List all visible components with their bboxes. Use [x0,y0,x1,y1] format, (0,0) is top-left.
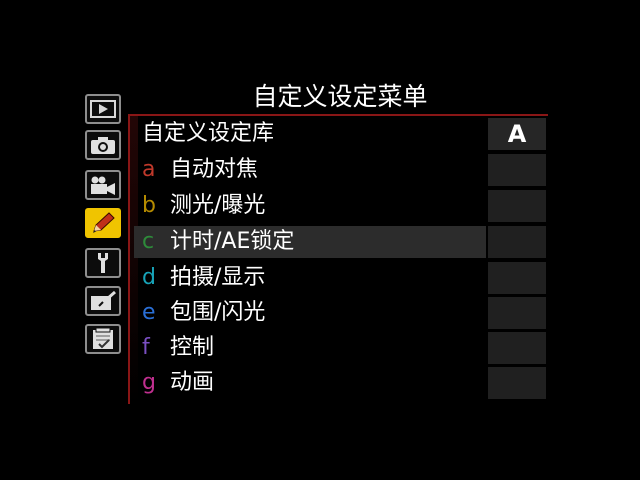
menu-item-letter: f [142,335,150,360]
menu-item-label: 拍摄/显示 [170,265,266,290]
menu-item-label: 控制 [170,335,215,360]
menu-item-letter: e [142,300,156,325]
menu-item-label: 计时/AE锁定 [170,229,295,254]
tab-movie-shooting[interactable] [85,170,121,200]
menu-item-movie[interactable]: g 动画 [134,367,486,399]
menu-item-label: 包围/闪光 [170,300,266,325]
menu-item-letter: g [142,370,156,395]
menu-item-autofocus[interactable]: a 自动对焦 [134,154,486,186]
tab-playback[interactable] [85,94,121,124]
menu-item-value-box [488,190,546,222]
tab-my-menu[interactable] [85,324,121,354]
menu-item-timers-ae-lock[interactable]: c 计时/AE锁定 [134,226,486,258]
menu-item-letter: a [142,157,156,182]
pencil-icon [93,212,115,233]
page-title: 自定义设定菜单 [252,82,428,111]
tab-custom-settings[interactable] [85,208,121,238]
camera-icon [91,137,115,154]
tab-setup[interactable] [85,248,121,278]
menu-item-label: 自动对焦 [170,157,259,182]
wrench-icon [98,253,108,273]
menu-item-label: 动画 [170,370,215,395]
menu-item-value-box [488,226,546,258]
menu-item-metering-exposure[interactable]: b 测光/曝光 [134,190,486,222]
tab-photo-shooting[interactable] [85,130,121,160]
menu-item-value-box [488,297,546,329]
menu-item-shooting-display[interactable]: d 拍摄/显示 [134,262,486,294]
playback-icon [90,100,116,118]
menu-item-label: 测光/曝光 [170,193,266,218]
menu-item-controls[interactable]: f 控制 [134,332,486,364]
bank-value-badge: A [488,118,546,150]
menu-item-value-box [488,367,546,399]
menu-item-value-box [488,262,546,294]
menu-item-value-box [488,332,546,364]
menu-item-label: 自定义设定库 [142,121,275,146]
tab-retouch[interactable] [85,286,121,316]
menu-item-value-box [488,154,546,186]
retouch-icon [91,290,116,310]
menu-item-letter: c [142,229,155,254]
menu-item-letter: b [142,193,156,218]
movie-camera-icon [91,176,115,195]
menu-item-bracketing-flash[interactable]: e 包围/闪光 [134,297,486,329]
my-menu-icon [93,327,113,349]
menu-item-custom-settings-bank[interactable]: 自定义设定库 [134,118,486,150]
menu-item-letter: d [142,265,156,290]
